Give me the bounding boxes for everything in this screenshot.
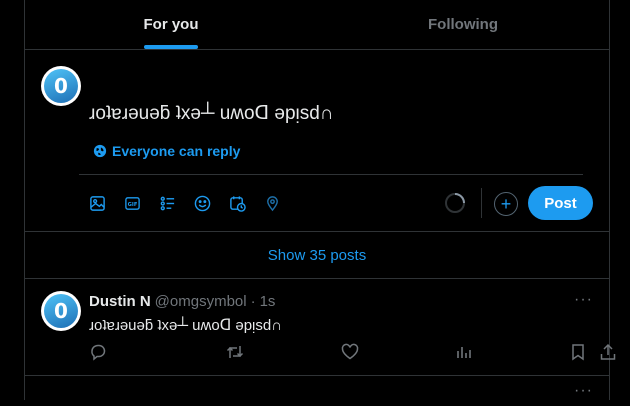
tweet-time[interactable]: 1s [260,293,276,310]
toolbar-divider [481,188,482,218]
poll-icon [160,196,175,210]
gif-button[interactable]: GIF [124,192,159,214]
reply-setting-button[interactable]: Everyone can reply [93,143,240,159]
tweet[interactable]: ··· [25,376,609,406]
heart-icon [341,343,359,360]
plus-icon: + [500,194,512,214]
location-icon [267,195,278,211]
tweet-composer: 0 ɹoʇɐɹǝuǝƃ ʇxǝ┴ uʍoᗡ ǝpᴉsd∩ Everyone ca… [25,50,609,232]
author-handle[interactable]: @omgsymbol [155,293,247,310]
author-name[interactable]: Dustin N [89,293,151,310]
like-button[interactable] [341,343,359,361]
repost-icon [226,346,244,358]
gif-icon: GIF [125,196,140,210]
location-button[interactable] [264,192,299,214]
compose-textarea[interactable]: ɹoʇɐɹǝuǝƃ ʇxǝ┴ uʍoᗡ ǝpᴉsd∩ [89,102,334,125]
media-button[interactable] [89,192,124,214]
tweet-header: Dustin N @omgsymbol · 1s [89,293,275,310]
tab-label: For you [143,16,199,33]
schedule-button[interactable] [229,192,264,214]
post-button[interactable]: Post [528,186,593,220]
composer-toolbar: GIF [89,192,299,214]
avatar-letter: 0 [44,294,78,328]
tab-for-you[interactable]: For you [25,0,317,49]
share-icon [600,343,616,360]
schedule-icon [230,195,246,212]
active-tab-indicator [144,45,198,49]
avatar[interactable]: 0 [41,291,81,331]
more-options-icon[interactable]: ··· [574,382,593,400]
reply-icon [91,344,106,361]
share-button[interactable] [599,343,617,361]
timeline-column: For you Following 0 ɹoʇɐɹǝuǝƃ ʇxǝ┴ uʍoᗡ … [24,0,616,400]
emoji-button[interactable] [194,192,229,214]
svg-text:GIF: GIF [128,201,138,207]
reply-setting-label: Everyone can reply [112,143,241,159]
analytics-icon [457,347,471,358]
bookmark-button[interactable] [569,343,587,361]
tweet-text: ɹoʇɐɹǝuǝƃ ʇxǝ┴ uʍoᗡ ǝpᴉsd∩ [89,317,283,334]
emoji-icon [194,195,211,211]
more-options-icon[interactable]: ··· [574,291,593,309]
globe-icon [93,144,107,158]
character-progress-ring [445,193,465,213]
image-icon [90,195,105,211]
show-new-posts-link[interactable]: Show 35 posts [25,232,609,279]
tab-label: Following [428,16,498,33]
repost-button[interactable] [226,343,244,361]
separator: · [250,293,256,310]
bookmark-icon [572,344,584,361]
tab-following[interactable]: Following [317,0,609,49]
tweet-actions [89,343,616,363]
composer-divider [79,174,583,175]
views-button[interactable] [455,343,473,361]
timeline-tabs: For you Following [25,0,609,50]
avatar-letter: 0 [44,69,78,103]
add-post-button[interactable]: + [494,192,518,216]
reply-button[interactable] [89,343,107,361]
poll-button[interactable] [159,192,194,214]
tweet[interactable]: 0 Dustin N @omgsymbol · 1s ··· ɹoʇɐɹǝuǝƃ… [25,279,616,376]
avatar[interactable]: 0 [41,66,81,106]
